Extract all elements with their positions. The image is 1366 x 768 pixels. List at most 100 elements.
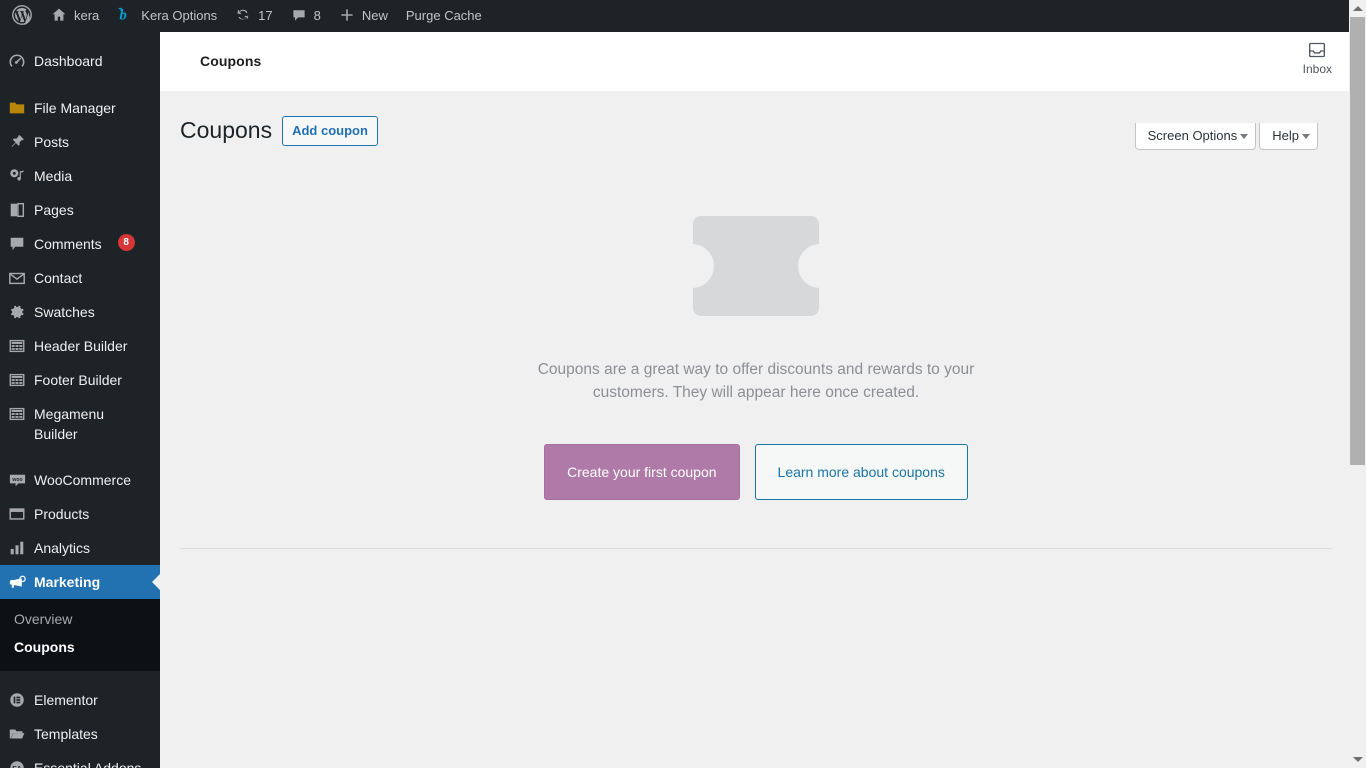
- pages-icon: [0, 200, 34, 219]
- adminbar-kera-options[interactable]: b Kera Options: [108, 0, 226, 32]
- sidebar-item-woocommerce[interactable]: woo WooCommerce: [0, 463, 160, 497]
- adminbar-new-label: New: [362, 0, 388, 32]
- chevron-down-icon: [1240, 134, 1248, 139]
- adminbar-comments[interactable]: 8: [282, 0, 330, 32]
- sidebar-item-swatches[interactable]: Swatches: [0, 295, 160, 329]
- submenu-item-overview[interactable]: Overview: [0, 605, 160, 633]
- header-title: Coupons: [160, 53, 261, 69]
- adminbar-updates[interactable]: 17: [226, 0, 281, 32]
- page-content: Coupons Inbox Screen Options Help Coupon…: [160, 32, 1352, 768]
- sidebar-item-posts[interactable]: Posts: [0, 125, 160, 159]
- plus-icon: [339, 7, 355, 26]
- themebeans-b-icon: b: [117, 6, 134, 26]
- screen-options-button[interactable]: Screen Options: [1135, 123, 1257, 150]
- layout-icon: [0, 336, 34, 355]
- sidebar-item-contact[interactable]: Contact: [0, 261, 160, 295]
- comments-count-badge: 8: [118, 234, 135, 251]
- inbox-tray-icon: [1307, 40, 1327, 60]
- adminbar-updates-count: 17: [258, 0, 272, 32]
- sidebar-item-analytics[interactable]: Analytics: [0, 531, 160, 565]
- elementor-icon: [0, 690, 34, 709]
- home-icon: [51, 7, 67, 26]
- adminbar-wordpress-logo[interactable]: [0, 0, 42, 32]
- inbox-label: Inbox: [1303, 62, 1332, 76]
- admin-sidebar-menu: Dashboard File Manager Posts Media Pages: [0, 32, 160, 768]
- sidebar-item-header-builder[interactable]: Header Builder: [0, 329, 160, 363]
- adminbar-site-name[interactable]: kera: [42, 0, 108, 32]
- layout-icon: [0, 404, 34, 423]
- svg-text:woo: woo: [11, 477, 22, 483]
- open-folder-icon: [0, 724, 34, 743]
- adminbar-purge-cache-label: Purge Cache: [406, 0, 482, 32]
- current-menu-arrow-icon: [152, 574, 160, 590]
- scroll-up-arrow-icon: [1353, 6, 1363, 11]
- sidebar-item-products[interactable]: Products: [0, 497, 160, 531]
- scrollbar-thumb[interactable]: [1350, 17, 1365, 465]
- wordpress-logo-icon: [12, 5, 32, 28]
- sidebar-item-label: Footer Builder: [34, 370, 132, 390]
- sidebar-item-file-manager[interactable]: File Manager: [0, 91, 160, 125]
- sidebar-item-label: Elementor: [34, 690, 108, 710]
- layout-icon: [0, 370, 34, 389]
- media-icon: [0, 166, 34, 185]
- menu-separator: [0, 32, 160, 44]
- sidebar-item-pages[interactable]: Pages: [0, 193, 160, 227]
- megaphone-icon: [0, 572, 34, 592]
- scroll-down-arrow-icon: [1353, 757, 1363, 762]
- screen-options-label: Screen Options: [1148, 128, 1238, 143]
- help-label: Help: [1272, 128, 1299, 143]
- sidebar-item-label: WooCommerce: [34, 470, 141, 490]
- sidebar-item-label: Essential Addons: [34, 758, 151, 768]
- woocommerce-page-header: Coupons Inbox: [160, 32, 1352, 91]
- sidebar-item-marketing[interactable]: Marketing: [0, 565, 160, 599]
- sidebar-item-elementor[interactable]: Elementor: [0, 683, 160, 717]
- sidebar-item-label: Templates: [34, 724, 108, 744]
- add-coupon-button[interactable]: Add coupon: [282, 116, 378, 146]
- sidebar-item-label: Pages: [34, 200, 84, 220]
- essential-addons-icon: EA: [0, 758, 34, 768]
- submenu-item-coupons[interactable]: Coupons: [0, 633, 160, 661]
- submenu-item-label: Overview: [14, 611, 72, 627]
- sidebar-item-media[interactable]: Media: [0, 159, 160, 193]
- create-first-coupon-button[interactable]: Create your first coupon: [544, 444, 739, 500]
- page-scrollbar[interactable]: [1349, 0, 1366, 768]
- sidebar-item-footer-builder[interactable]: Footer Builder: [0, 363, 160, 397]
- sidebar-item-label: Swatches: [34, 302, 105, 322]
- inbox-button[interactable]: Inbox: [1303, 40, 1332, 76]
- adminbar-kera-options-label: Kera Options: [141, 0, 217, 32]
- coupon-ticket-icon: [693, 216, 819, 316]
- screen-meta-links: Screen Options Help: [1132, 123, 1318, 150]
- sidebar-item-label: Media: [34, 166, 82, 186]
- adminbar-comments-count: 8: [314, 0, 321, 32]
- pin-icon: [0, 132, 34, 151]
- sidebar-item-label: Analytics: [34, 538, 100, 558]
- empty-state-actions: Create your first coupon Learn more abou…: [544, 444, 968, 500]
- sidebar-item-label: Marketing: [34, 572, 110, 592]
- sidebar-item-label: Header Builder: [34, 336, 137, 356]
- sidebar-item-essential-addons[interactable]: EA Essential Addons: [0, 751, 160, 768]
- sidebar-item-comments[interactable]: Comments 8: [0, 227, 160, 261]
- content-divider: [180, 548, 1332, 549]
- adminbar-purge-cache[interactable]: Purge Cache: [397, 0, 491, 32]
- learn-more-about-coupons-button[interactable]: Learn more about coupons: [755, 444, 968, 500]
- scroll-up-button[interactable]: [1349, 0, 1366, 17]
- comment-icon: [0, 234, 34, 253]
- sidebar-item-label: Contact: [34, 268, 92, 288]
- sidebar-item-label: Posts: [34, 132, 79, 152]
- admin-bar: kera b Kera Options 17 8 New Purge Cache: [0, 0, 1366, 32]
- comment-bubble-icon: [291, 7, 307, 26]
- scroll-down-button[interactable]: [1349, 751, 1366, 768]
- woocommerce-icon: woo: [0, 470, 34, 490]
- page-title: Coupons: [180, 116, 272, 146]
- sidebar-item-dashboard[interactable]: Dashboard: [0, 44, 160, 79]
- sidebar-item-label: Dashboard: [34, 51, 113, 71]
- chevron-down-icon: [1302, 134, 1310, 139]
- sidebar-item-templates[interactable]: Templates: [0, 717, 160, 751]
- folder-icon: [0, 98, 34, 117]
- adminbar-new-content[interactable]: New: [330, 0, 397, 32]
- products-icon: [0, 504, 34, 523]
- updates-icon: [235, 7, 251, 26]
- help-button[interactable]: Help: [1259, 123, 1318, 150]
- sidebar-item-megamenu-builder[interactable]: Megamenu Builder: [0, 397, 160, 451]
- sidebar-item-label: Products: [34, 504, 99, 524]
